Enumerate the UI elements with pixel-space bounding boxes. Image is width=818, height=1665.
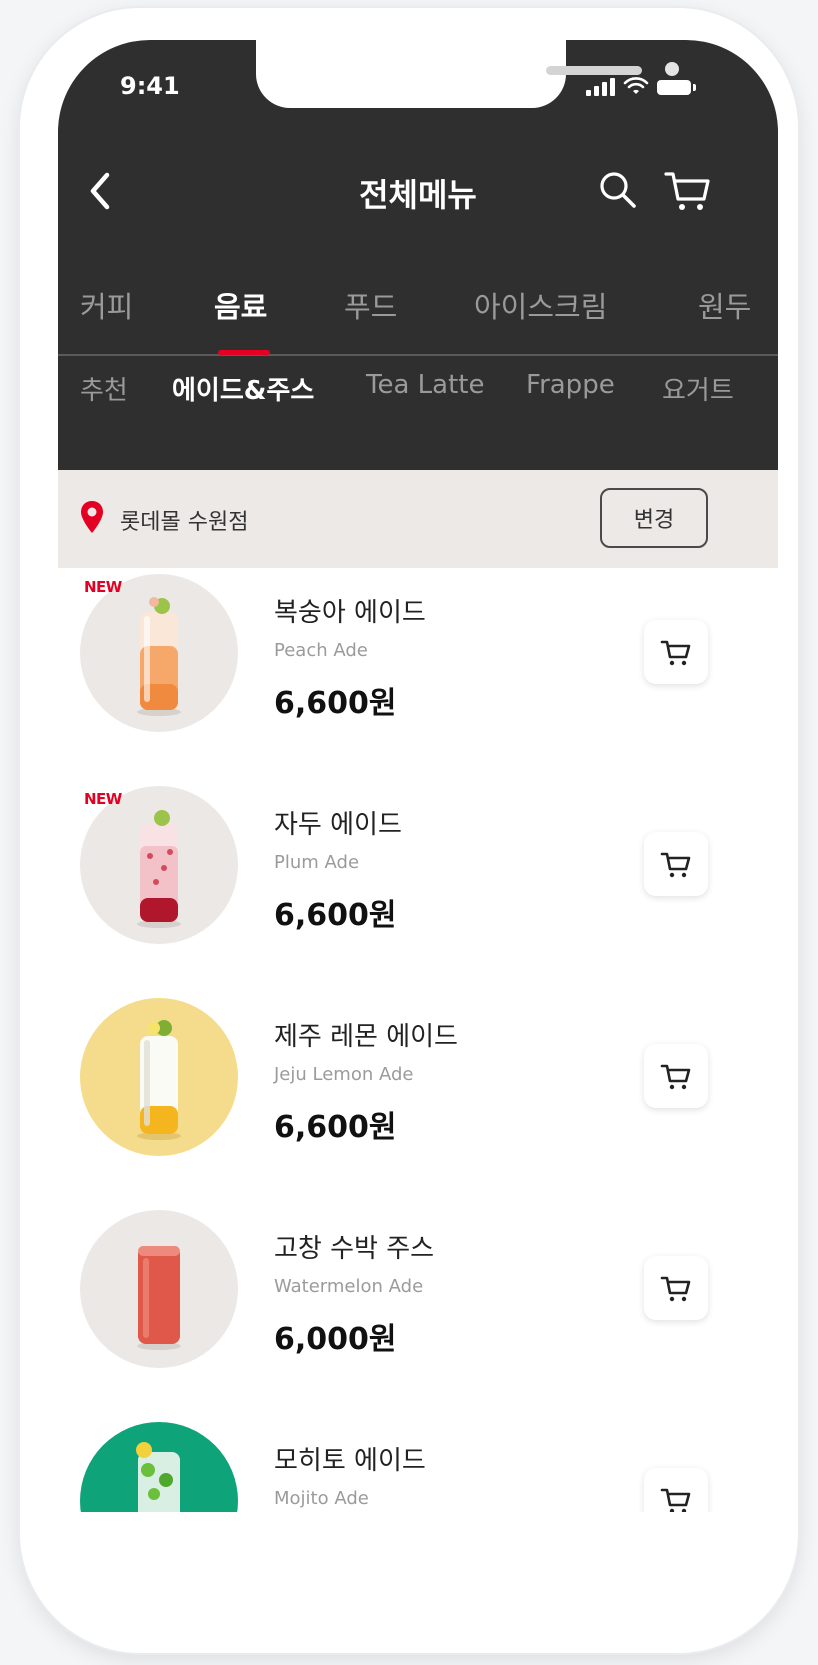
new-badge: NEW	[84, 578, 122, 596]
product-name: 복숭아 에이드	[274, 598, 426, 628]
device-notch	[256, 40, 679, 108]
status-icons	[586, 76, 716, 98]
cart-icon	[660, 640, 691, 666]
front-camera	[665, 62, 679, 76]
cart-icon	[660, 1064, 691, 1090]
cart-icon	[664, 172, 710, 210]
subtab-frappe[interactable]: Frappe	[526, 370, 615, 400]
drink-image	[137, 597, 181, 716]
tab-beverage[interactable]: 음료	[214, 284, 267, 326]
wifi-icon	[623, 77, 649, 94]
product-name: 제주 레몬 에이드	[274, 1022, 458, 1052]
cart-icon	[660, 1488, 691, 1514]
product-item[interactable]: 제주 레몬 에이드 Jeju Lemon Ade 6,600원	[58, 998, 778, 1198]
status-time: 9:41	[120, 72, 180, 100]
subtab-yogurt[interactable]: 요거트	[662, 370, 734, 407]
cart-icon	[660, 1276, 691, 1302]
new-badge: NEW	[84, 790, 122, 808]
drink-image	[137, 1020, 181, 1140]
product-image	[80, 786, 238, 944]
tab-food[interactable]: 푸드	[344, 284, 397, 326]
product-english-name: Peach Ade	[274, 640, 368, 661]
product-price: 6,600원	[274, 1110, 397, 1145]
drink-image	[137, 810, 181, 928]
subtab-recommended[interactable]: 추천	[80, 370, 128, 407]
speaker-grille	[546, 66, 642, 75]
product-english-name: Plum Ade	[274, 852, 360, 873]
product-price: 6,000원	[274, 1322, 397, 1357]
app-screen: 9:41 전체메뉴 커피 음료 푸드 아이스크림 원두 추천 에이드&주스 Te…	[58, 40, 778, 1608]
product-item[interactable]: NEW 자두 에이드 Plum Ade 6,600원	[58, 786, 778, 986]
add-to-cart-button[interactable]	[644, 832, 708, 896]
store-bar: 롯데몰 수원점 변경	[58, 470, 778, 568]
product-item[interactable]: 고창 수박 주스 Watermelon Ade 6,000원	[58, 1210, 778, 1410]
cart-icon	[660, 852, 691, 878]
sub-category-tabs: 추천 에이드&주스 Tea Latte Frappe 요거트	[58, 370, 778, 430]
search-icon	[600, 172, 636, 208]
change-store-button[interactable]: 변경	[600, 488, 708, 548]
active-tab-indicator	[218, 350, 270, 355]
product-image	[80, 1210, 238, 1368]
product-name: 고창 수박 주스	[274, 1234, 435, 1264]
product-english-name: Jeju Lemon Ade	[274, 1064, 414, 1085]
bottom-bezel	[58, 1512, 778, 1608]
store-name: 롯데몰 수원점	[120, 510, 249, 535]
add-to-cart-button[interactable]	[644, 1256, 708, 1320]
battery-icon	[657, 79, 696, 95]
drink-image	[137, 1246, 181, 1350]
product-english-name: Watermelon Ade	[274, 1276, 424, 1297]
product-name: 모히토 에이드	[274, 1446, 426, 1476]
tab-coffee[interactable]: 커피	[80, 284, 133, 326]
tab-beans[interactable]: 원두	[698, 284, 751, 326]
add-to-cart-button[interactable]	[644, 1044, 708, 1108]
cart-button[interactable]	[662, 166, 714, 214]
product-item[interactable]: NEW 복숭아 에이드 Peach Ade 6,600원	[58, 574, 778, 774]
category-tabs: 커피 음료 푸드 아이스크림 원두	[58, 284, 778, 356]
product-price: 6,600원	[274, 686, 397, 721]
product-name: 자두 에이드	[274, 810, 402, 840]
product-image	[80, 998, 238, 1156]
product-image	[80, 574, 238, 732]
subtab-ade-juice[interactable]: 에이드&주스	[172, 370, 314, 407]
subtab-tea-latte[interactable]: Tea Latte	[366, 370, 484, 400]
product-price: 6,600원	[274, 898, 397, 933]
location-pin-icon	[81, 501, 103, 533]
add-to-cart-button[interactable]	[644, 620, 708, 684]
product-english-name: Mojito Ade	[274, 1488, 369, 1509]
tab-ice-cream[interactable]: 아이스크림	[474, 284, 607, 326]
header-area: 9:41 전체메뉴 커피 음료 푸드 아이스크림 원두 추천 에이드&주스 Te…	[58, 40, 778, 470]
search-button[interactable]	[596, 168, 640, 212]
signal-icon	[586, 78, 615, 96]
